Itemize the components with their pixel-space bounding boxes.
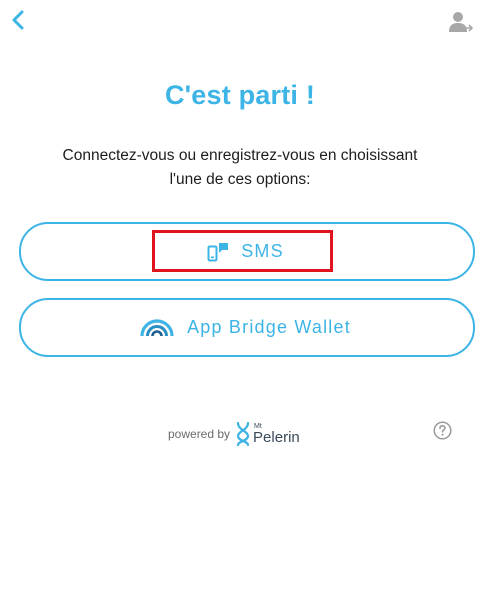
logo-text-big: Pelerin [253, 429, 300, 446]
subtitle-line-1: Connectez-vous ou enregistrez-vous en ch… [62, 147, 418, 164]
powered-by-label: powered by [168, 427, 231, 441]
bridge-wallet-option-button[interactable]: App Bridge Wallet [19, 298, 475, 357]
page-title: C'est parti ! [164, 80, 316, 110]
powered-by: powered by Mt Pelerin [168, 420, 300, 448]
subtitle-line-2: l'une de ces options: [169, 171, 311, 188]
mt-pelerin-logo[interactable]: Mt Pelerin [236, 422, 300, 446]
sms-button-content: SMS [207, 241, 284, 262]
user-account-button[interactable] [447, 9, 475, 35]
login-screen: C'est parti ! Connectez-vous ou enregist… [0, 0, 480, 611]
back-button[interactable] [6, 7, 30, 33]
user-sign-in-icon [449, 12, 473, 32]
chevron-left-icon [12, 10, 24, 30]
logo-text: Mt Pelerin [253, 423, 300, 445]
sms-option-button[interactable]: SMS [19, 222, 475, 281]
question-circle-icon [433, 421, 452, 440]
bridge-wallet-icon [140, 318, 174, 337]
wallet-button-content: App Bridge Wallet [140, 317, 351, 338]
mt-pelerin-logo-icon [236, 422, 250, 446]
wallet-button-label: App Bridge Wallet [187, 317, 351, 337]
mobile-sms-icon [207, 242, 229, 262]
help-button[interactable] [433, 421, 452, 440]
sms-button-label: SMS [241, 241, 284, 261]
page-subtitle: Connectez-vous ou enregistrez-vous en ch… [30, 144, 450, 192]
